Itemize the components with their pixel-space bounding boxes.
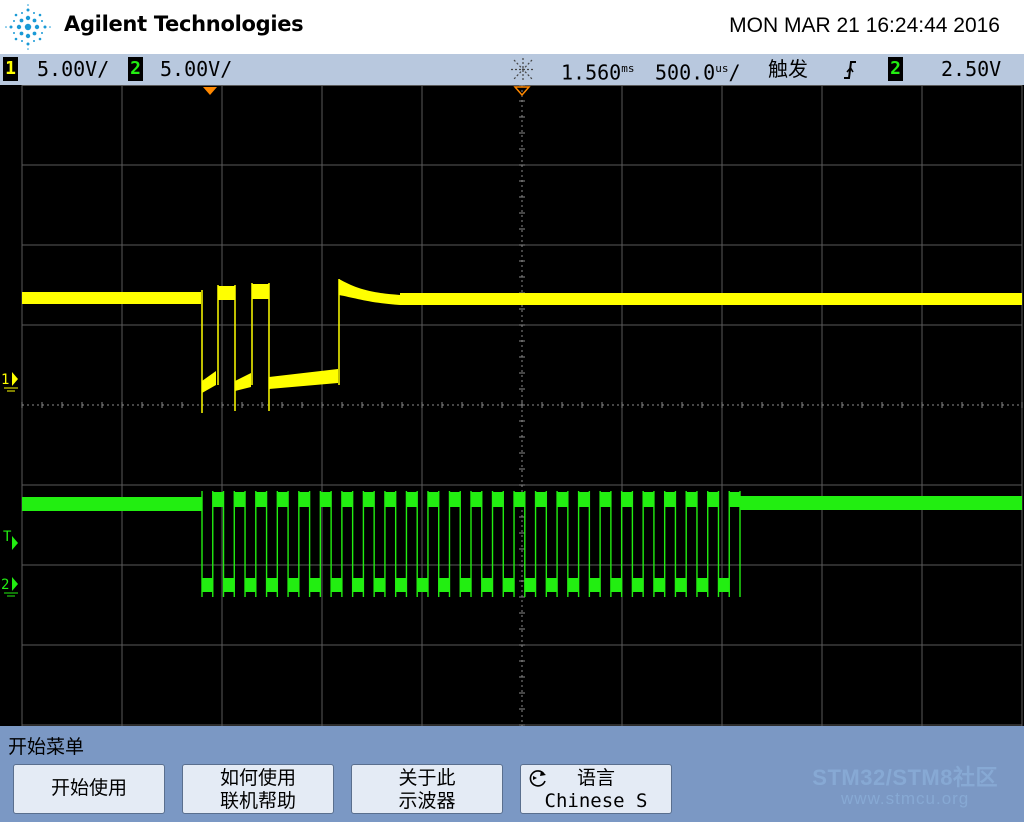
watermark: STM32/STM8社区 www.stmcu.org <box>812 760 998 809</box>
softkey-label: 开始使用 <box>50 777 127 799</box>
horizontal-delay: 1.560ms <box>561 60 635 85</box>
softkey-label-line1: 如何使用 <box>219 767 296 789</box>
ch2-number-badge[interactable]: 2 <box>128 57 143 81</box>
about-oscilloscope-softkey[interactable]: 关于此 示波器 <box>351 764 503 814</box>
ch2-ground-marker[interactable]: 2 <box>1 577 18 597</box>
rotate-knob-icon <box>529 770 546 787</box>
trigger-label: 触发 <box>768 57 808 81</box>
svg-text:T: T <box>3 529 12 545</box>
softkey-label-line2: 示波器 <box>398 790 456 812</box>
watermark-title: STM32/STM8社区 <box>812 765 998 790</box>
timebase-scale: 500.0us/ <box>655 60 741 85</box>
ch1-ground-marker[interactable]: 1 <box>1 372 18 392</box>
softkey-label-line1: 关于此 <box>398 767 456 789</box>
ch1-scale: 5.00V/ <box>37 57 110 81</box>
getting-started-softkey[interactable]: 开始使用 <box>13 764 165 814</box>
svg-text:1: 1 <box>1 372 9 388</box>
trigger-level: 2.50V <box>941 57 1002 81</box>
date-time-readout: MON MAR 21 16:24:44 2016 <box>729 14 1000 37</box>
softkey-menu-bar: 开始菜单 开始使用 如何使用 联机帮助 关于此 示波器 语言 Chinese S… <box>0 726 1024 822</box>
trigger-source-badge[interactable]: 2 <box>888 57 903 81</box>
brand-name: Agilent Technologies <box>64 12 304 36</box>
status-bar: 1 5.00V/ 2 5.00V/ 1.560ms 500.0us/ 触发 2 … <box>0 54 1024 85</box>
waveform-display[interactable]: 1 T 2 <box>0 85 1024 726</box>
language-softkey[interactable]: 语言 Chinese S <box>520 764 672 814</box>
trigger-position-marker[interactable] <box>203 87 217 95</box>
agilent-spark-logo-icon <box>5 4 51 50</box>
ch1-number-badge[interactable]: 1 <box>3 57 18 81</box>
trigger-level-marker[interactable]: T <box>3 529 18 550</box>
waveform-plot: 1 T 2 <box>1 85 1023 726</box>
softkey-label-line2: 联机帮助 <box>219 790 296 812</box>
rising-edge-icon <box>844 61 856 79</box>
watermark-url: www.stmcu.org <box>841 789 970 808</box>
acquisition-run-icon <box>511 58 535 81</box>
language-value: Chinese S <box>544 790 648 812</box>
ch2-scale: 5.00V/ <box>160 57 233 81</box>
svg-text:2: 2 <box>1 577 9 593</box>
online-help-softkey[interactable]: 如何使用 联机帮助 <box>182 764 334 814</box>
menu-title: 开始菜单 <box>8 736 85 758</box>
header-bar: Agilent Technologies MON MAR 21 16:24:44… <box>0 0 1024 54</box>
